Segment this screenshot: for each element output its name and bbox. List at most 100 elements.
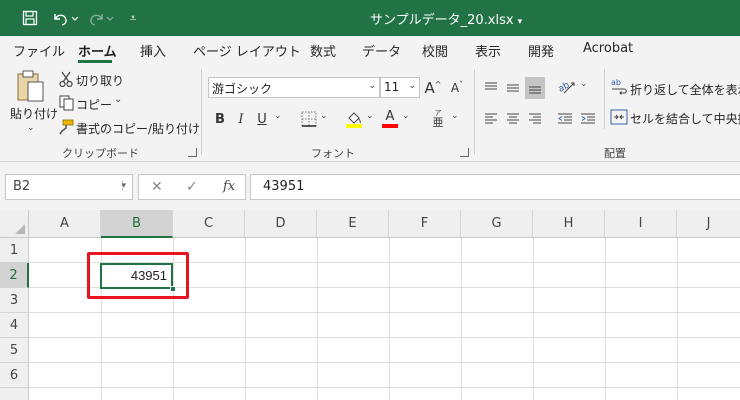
file-name: サンプルデータ_20.xlsx bbox=[370, 13, 514, 28]
gridline bbox=[29, 337, 740, 338]
font-color-icon[interactable]: A bbox=[380, 109, 400, 129]
formula-buttons: ✕ ✓ fx bbox=[138, 174, 246, 200]
row-header-5[interactable]: 5 bbox=[0, 338, 29, 363]
shrink-font-button[interactable]: A ˅ bbox=[446, 77, 468, 99]
column-header-f[interactable]: F bbox=[389, 210, 461, 238]
increase-indent-button[interactable] bbox=[578, 108, 598, 130]
copy-button[interactable]: コピー bbox=[76, 96, 112, 113]
paste-icon[interactable] bbox=[14, 69, 46, 103]
group-divider bbox=[201, 69, 202, 155]
tab-page-layout[interactable]: ページ レイアウト bbox=[193, 41, 301, 60]
paste-dropdown-icon[interactable]: ⌄ bbox=[27, 123, 35, 133]
tab-data[interactable]: データ bbox=[362, 41, 401, 60]
save-icon[interactable] bbox=[18, 6, 42, 30]
borders-dropdown-icon[interactable]: ⌄ bbox=[320, 111, 328, 121]
row-header-4[interactable]: 4 bbox=[0, 313, 29, 338]
paste-button[interactable]: 貼り付け bbox=[10, 105, 58, 122]
column-header-j[interactable]: J bbox=[677, 210, 740, 238]
column-header-a[interactable]: A bbox=[29, 210, 101, 238]
orientation-dropdown-icon[interactable]: ⌄ bbox=[580, 79, 588, 89]
row-header-3[interactable]: 3 bbox=[0, 288, 29, 313]
format-painter-icon bbox=[58, 119, 74, 135]
row-header-6[interactable]: 6 bbox=[0, 363, 29, 388]
column-header-b[interactable]: B bbox=[101, 210, 173, 238]
column-header-d[interactable]: D bbox=[245, 210, 317, 238]
tab-file[interactable]: ファイル bbox=[13, 41, 65, 60]
row-header-7[interactable] bbox=[0, 388, 29, 400]
grow-font-icon: A bbox=[424, 79, 435, 97]
align-left-button[interactable] bbox=[481, 108, 501, 130]
tab-formulas[interactable]: 数式 bbox=[310, 41, 336, 60]
borders-icon[interactable] bbox=[300, 110, 318, 128]
tab-home[interactable]: ホーム bbox=[78, 41, 117, 60]
increase-indent-icon bbox=[581, 113, 595, 124]
font-color-dropdown-icon[interactable]: ⌄ bbox=[402, 111, 410, 121]
row-header-2[interactable]: 2 bbox=[0, 263, 29, 288]
title-caret-icon[interactable]: ▾ bbox=[518, 17, 523, 27]
font-name-select[interactable]: 游ゴシック ⌄ bbox=[208, 77, 380, 98]
column-header-c[interactable]: C bbox=[173, 210, 245, 238]
phonetic-dropdown-icon[interactable]: ⌄ bbox=[451, 111, 459, 121]
svg-text:ab: ab bbox=[611, 78, 621, 87]
font-size-select[interactable]: 11 ⌄ bbox=[380, 77, 420, 98]
ribbon-home: 貼り付け ⌄ 切り取り コピー ⌄ 書式のコピー/貼り付け クリップボード 游ゴ… bbox=[0, 63, 740, 162]
shrink-arrow-icon: ˅ bbox=[459, 79, 464, 89]
cut-icon bbox=[58, 71, 74, 87]
fill-color-icon[interactable] bbox=[344, 109, 364, 129]
align-center-button[interactable] bbox=[503, 108, 523, 130]
underline-button[interactable]: U bbox=[253, 108, 271, 130]
align-middle-button[interactable] bbox=[503, 77, 523, 99]
bold-button[interactable]: B bbox=[210, 108, 230, 130]
formula-input[interactable]: 43951 bbox=[250, 174, 740, 200]
align-top-icon bbox=[485, 82, 497, 90]
clipboard-dialog-launcher-icon[interactable] bbox=[188, 148, 197, 157]
undo-icon[interactable] bbox=[50, 6, 80, 30]
tab-acrobat[interactable]: Acrobat bbox=[583, 41, 633, 56]
orientation-icon[interactable]: ab bbox=[555, 77, 579, 97]
align-bottom-button[interactable] bbox=[525, 77, 545, 99]
enter-icon[interactable]: ✓ bbox=[186, 179, 198, 195]
tab-developer[interactable]: 開発 bbox=[528, 41, 554, 60]
formula-bar: B2 ▾ ⋮ ✕ ✓ fx 43951 bbox=[0, 162, 740, 210]
merge-center-button[interactable]: セルを結合して中央揃 bbox=[630, 110, 740, 127]
align-right-icon bbox=[529, 113, 541, 124]
tab-review[interactable]: 校閲 bbox=[422, 41, 448, 60]
fill-color-dropdown-icon[interactable]: ⌄ bbox=[366, 111, 374, 121]
gridline bbox=[29, 387, 740, 388]
font-dialog-launcher-icon[interactable] bbox=[460, 148, 469, 157]
phonetic-icon[interactable]: ア 亜 bbox=[428, 108, 448, 130]
customize-qat-icon[interactable]: ⩡ bbox=[124, 6, 142, 30]
insert-function-icon[interactable]: fx bbox=[223, 179, 235, 194]
font-size-dropdown-icon[interactable]: ⌄ bbox=[408, 81, 416, 91]
cancel-icon[interactable]: ✕ bbox=[151, 179, 163, 195]
underline-dropdown-icon[interactable]: ⌄ bbox=[274, 111, 282, 121]
formula-bar-splitter-icon[interactable]: ⋮ bbox=[117, 179, 128, 192]
column-header-h[interactable]: H bbox=[533, 210, 605, 238]
align-right-button[interactable] bbox=[525, 108, 545, 130]
tab-insert[interactable]: 挿入 bbox=[140, 41, 166, 60]
copy-dropdown-icon[interactable]: ⌄ bbox=[114, 94, 122, 105]
column-header-e[interactable]: E bbox=[317, 210, 389, 238]
grow-font-button[interactable]: A ^ bbox=[422, 77, 444, 99]
row-header-1[interactable]: 1 bbox=[0, 238, 29, 263]
redo-icon[interactable] bbox=[86, 6, 116, 30]
tab-view[interactable]: 表示 bbox=[475, 41, 501, 60]
column-header-i[interactable]: I bbox=[605, 210, 677, 238]
window-title: サンプルデータ_20.xlsx ▾ bbox=[370, 9, 522, 28]
shrink-font-icon: A bbox=[450, 81, 460, 95]
font-color-swatch bbox=[382, 124, 398, 128]
decrease-indent-icon bbox=[558, 113, 572, 124]
align-center-icon bbox=[507, 113, 519, 124]
worksheet-grid: A B C D E F G H I J 1 2 3 4 5 6 43951 bbox=[0, 210, 740, 400]
align-top-button[interactable] bbox=[481, 77, 501, 99]
select-all-button[interactable] bbox=[0, 210, 29, 238]
wrap-text-button[interactable]: 折り返して全体を表示す bbox=[630, 81, 740, 98]
cut-button[interactable]: 切り取り bbox=[76, 72, 124, 89]
italic-button[interactable]: I bbox=[232, 108, 250, 130]
decrease-indent-button[interactable] bbox=[555, 108, 575, 130]
font-name-dropdown-icon[interactable]: ⌄ bbox=[368, 81, 376, 91]
format-painter-button[interactable]: 書式のコピー/貼り付け bbox=[76, 120, 200, 137]
name-box[interactable]: B2 ▾ bbox=[5, 174, 133, 200]
column-header-g[interactable]: G bbox=[461, 210, 533, 238]
align-middle-icon bbox=[507, 84, 519, 92]
